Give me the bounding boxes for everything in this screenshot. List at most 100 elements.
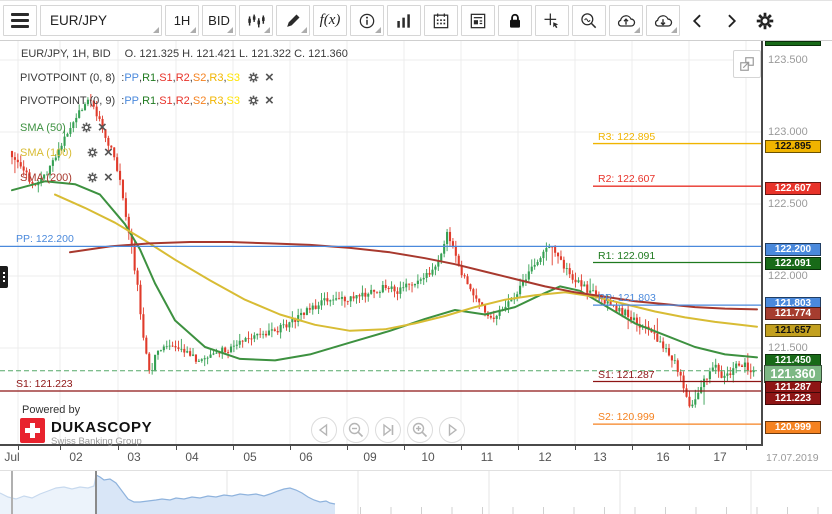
- indicator-settings-button[interactable]: [86, 171, 99, 184]
- volume-button[interactable]: [387, 5, 421, 36]
- period-label: 1H: [174, 13, 191, 28]
- axis-badge-121-657: 121.657: [765, 324, 821, 337]
- price-tick: 121.500: [768, 342, 808, 354]
- period-select[interactable]: 1H: [165, 5, 199, 36]
- indicator-remove-button[interactable]: ×: [104, 147, 113, 158]
- news-icon: [468, 11, 488, 31]
- indicator-row-5: SMA (200) ×: [20, 171, 113, 184]
- upload-button[interactable]: [609, 5, 643, 36]
- separator: :: [115, 72, 124, 84]
- navigator[interactable]: [0, 470, 832, 514]
- calendar-button[interactable]: [424, 5, 458, 36]
- symbol-select[interactable]: EUR/JPY: [40, 5, 162, 36]
- zoom-out-icon: [344, 418, 368, 442]
- step-back-button[interactable]: [311, 417, 337, 443]
- calendar-icon: [431, 11, 451, 31]
- axis-badge-122-895: 122.895: [765, 140, 821, 153]
- lock-button[interactable]: [498, 5, 532, 36]
- indicator-remove-button[interactable]: ×: [265, 95, 274, 106]
- pivot-param-r2: R2: [176, 95, 190, 107]
- crosshair-button[interactable]: [535, 5, 569, 36]
- indicator-settings-button[interactable]: [86, 146, 99, 159]
- pivot-param-s1: S1: [159, 95, 172, 107]
- axis-badge-120-999: 120.999: [765, 421, 821, 434]
- date-tick-04: 04: [185, 450, 198, 464]
- magnifier-chart-icon: [579, 11, 599, 31]
- download-button[interactable]: [646, 5, 680, 36]
- navigator-chart[interactable]: [0, 471, 832, 514]
- play-button[interactable]: [439, 417, 465, 443]
- axis-tick-mark: [518, 446, 519, 450]
- brand-name: DUKASCOPY: [51, 420, 152, 435]
- indicator-settings-button[interactable]: [80, 121, 93, 134]
- candlestick-icon: [245, 10, 267, 32]
- chart-drag-handle[interactable]: [0, 266, 8, 288]
- axis-tick-mark: [60, 446, 61, 450]
- date-tick-16: 16: [656, 450, 669, 464]
- pivot-param-r1: R1: [142, 95, 156, 107]
- pencil-icon: [283, 11, 303, 31]
- powered-by-label: Powered by: [22, 404, 152, 416]
- pivot-param-r2: R2: [176, 72, 190, 84]
- chart-title-row: EUR/JPY, 1H, BIDO. 121.325 H. 121.421 L.…: [21, 48, 348, 60]
- level-label-s2: S2: 120.999: [598, 411, 655, 423]
- indicator-remove-button[interactable]: ×: [104, 172, 113, 183]
- play-icon: [440, 418, 464, 442]
- zoom-overview-button[interactable]: [572, 5, 606, 36]
- indicator-settings-button[interactable]: [247, 94, 260, 107]
- chart-type-button[interactable]: [239, 5, 273, 36]
- pivot-param-r3: R3: [209, 72, 223, 84]
- bar-chart-icon: [394, 11, 414, 31]
- menu-button[interactable]: [3, 5, 37, 36]
- indicator-name: SMA (200): [20, 172, 72, 184]
- axis-date-label: 17.07.2019: [766, 452, 819, 464]
- detach-chart-button[interactable]: [733, 50, 761, 78]
- pivot-param-s3: S3: [227, 95, 240, 107]
- axis-tick-mark: [461, 446, 462, 450]
- next-button[interactable]: [716, 5, 746, 36]
- zoom-out-button[interactable]: [343, 417, 369, 443]
- chevron-right-icon: [721, 11, 741, 31]
- trading-app: EUR/JPY 1H BID f(x): [0, 0, 832, 514]
- indicator-row-4: SMA (100)×: [20, 146, 113, 159]
- chevron-left-icon: [688, 11, 708, 31]
- date-tick-17: 17: [713, 450, 726, 464]
- indicator-name: SMA (50): [20, 122, 66, 134]
- hamburger-icon: [11, 13, 29, 28]
- function-button[interactable]: f(x): [313, 5, 347, 36]
- pivot-param-s3: S3: [227, 72, 240, 84]
- axis-tick-mark: [632, 446, 633, 450]
- news-button[interactable]: [461, 5, 495, 36]
- zoom-in-button[interactable]: [407, 417, 433, 443]
- price-tick: 123.000: [768, 126, 808, 138]
- level-label-pp: PP: 121.803: [598, 292, 656, 304]
- pivot-param-pp: PP: [124, 95, 139, 107]
- indicator-remove-button[interactable]: ×: [265, 72, 274, 83]
- toolbar: EUR/JPY 1H BID f(x): [0, 0, 832, 41]
- step-back-icon: [312, 418, 336, 442]
- info-button[interactable]: [350, 5, 384, 36]
- settings-button[interactable]: [749, 5, 781, 36]
- axis-tick-mark: [689, 446, 690, 450]
- pivot-param-s2: S2: [193, 95, 206, 107]
- draw-button[interactable]: [276, 5, 310, 36]
- axis-badge-122-607: 122.607: [765, 182, 821, 195]
- fx-label: f(x): [320, 12, 341, 29]
- time-axis[interactable]: Jul020304050609101112131617 17.07.2019: [0, 446, 832, 470]
- level-label-r2: R2: 122.607: [598, 173, 655, 185]
- cloud-upload-icon: [615, 10, 637, 32]
- indicator-row-1: PIVOTPOINT (0, 8) : PP, R1, S1, R2, S2, …: [20, 71, 274, 84]
- side-select[interactable]: BID: [202, 5, 236, 36]
- indicator-settings-button[interactable]: [247, 71, 260, 84]
- axis-tick-mark: [290, 446, 291, 450]
- indicator-row-3: SMA (50) ×: [20, 121, 107, 134]
- skip-end-button[interactable]: [375, 417, 401, 443]
- axis-tick-mark: [176, 446, 177, 450]
- prev-button[interactable]: [683, 5, 713, 36]
- info-icon: [357, 11, 377, 31]
- axis-badge-121-223: 121.223: [765, 392, 821, 405]
- date-tick-13: 13: [593, 450, 606, 464]
- level-label-r1: R1: 122.091: [598, 250, 655, 262]
- indicator-remove-button[interactable]: ×: [98, 122, 107, 133]
- axis-tick-mark: [575, 446, 576, 450]
